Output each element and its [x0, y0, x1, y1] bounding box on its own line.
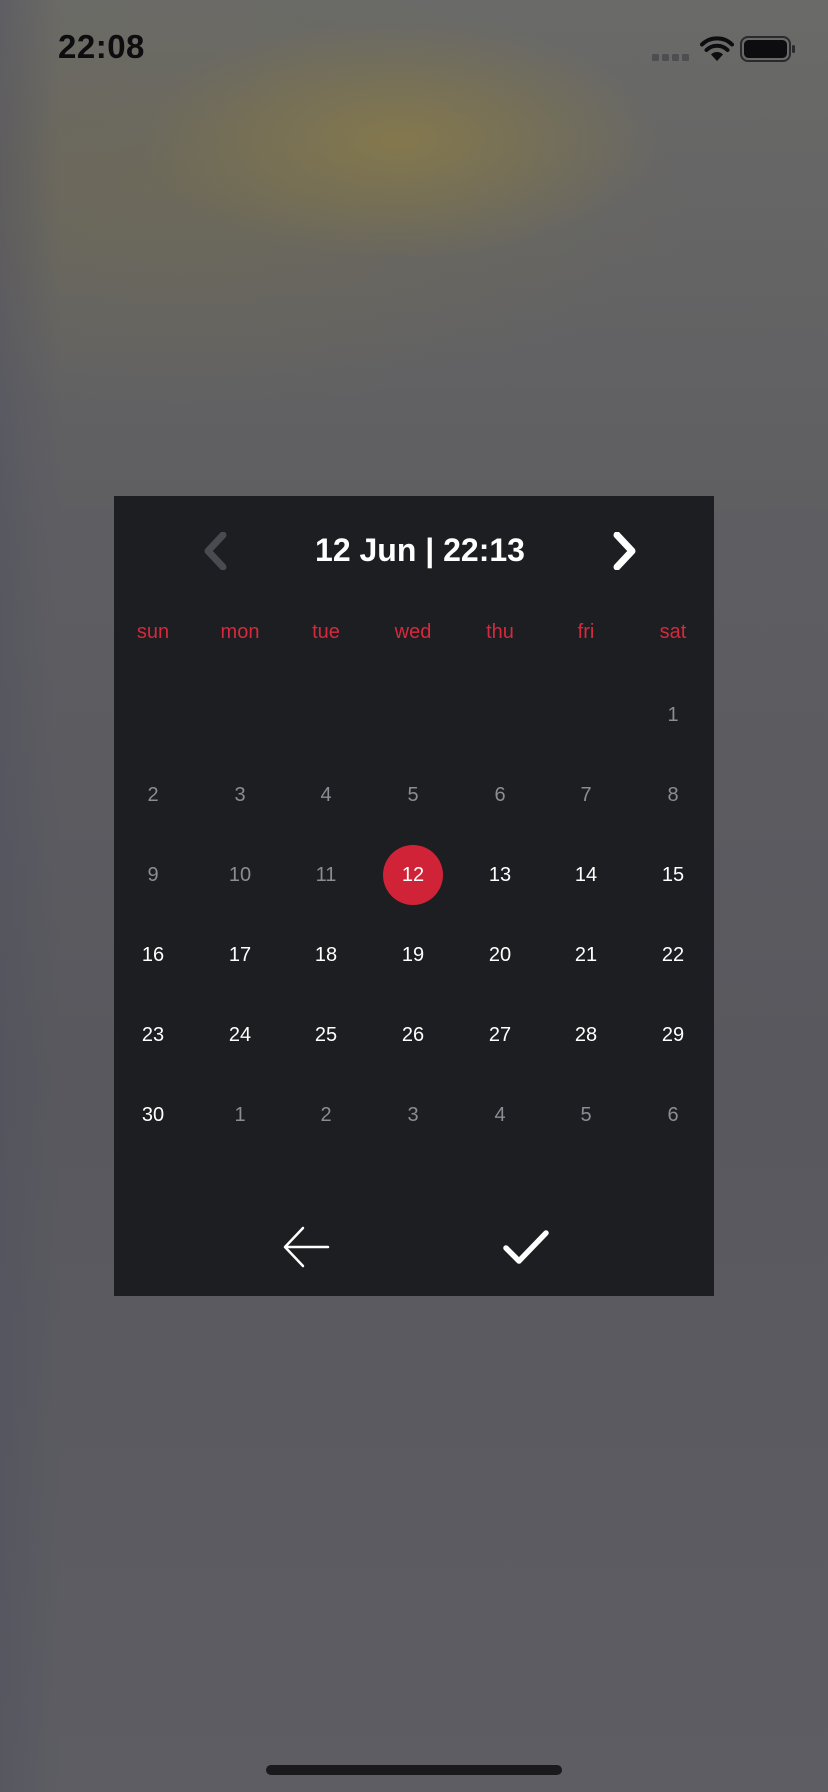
calendar-day[interactable]: 5	[556, 1085, 616, 1145]
cellular-signal-icon	[652, 54, 689, 61]
calendar-day[interactable]: 17	[210, 925, 270, 985]
back-button[interactable]	[276, 1220, 336, 1274]
calendar-day[interactable]: 6	[470, 765, 530, 825]
arrow-left-icon	[283, 1226, 330, 1268]
battery-icon	[740, 36, 795, 62]
calendar-day[interactable]: 19	[383, 925, 443, 985]
calendar-day[interactable]: 22	[643, 925, 703, 985]
calendar-day[interactable]: 4	[470, 1085, 530, 1145]
wifi-icon	[700, 36, 734, 61]
calendar-day[interactable]: 9	[123, 845, 183, 905]
calendar-day[interactable]: 3	[383, 1085, 443, 1145]
calendar-day[interactable]: 1	[643, 685, 703, 745]
calendar-day[interactable]: 21	[556, 925, 616, 985]
calendar-day[interactable]: 8	[643, 765, 703, 825]
calendar-day[interactable]: 18	[296, 925, 356, 985]
previous-month-button[interactable]	[182, 518, 248, 584]
calendar-day[interactable]: 2	[296, 1085, 356, 1145]
calendar-day[interactable]: 7	[556, 765, 616, 825]
checkmark-icon	[503, 1230, 549, 1264]
calendar-day[interactable]: 3	[210, 765, 270, 825]
weekday-label-thu: thu	[486, 621, 514, 643]
calendar-day[interactable]: 14	[556, 845, 616, 905]
weekday-label-mon: mon	[220, 621, 260, 643]
status-time: 22:08	[58, 28, 145, 65]
status-bar: 22:08	[0, 0, 828, 100]
confirm-button[interactable]	[496, 1220, 556, 1274]
calendar-day[interactable]: 27	[470, 1005, 530, 1065]
background-shade	[0, 0, 60, 1792]
calendar-day[interactable]: 23	[123, 1005, 183, 1065]
weekday-label-sat: sat	[659, 621, 687, 643]
calendar-day[interactable]: 4	[296, 765, 356, 825]
weekday-label-sun: sun	[136, 621, 170, 643]
chevron-right-icon	[613, 532, 636, 570]
calendar-day[interactable]: 26	[383, 1005, 443, 1065]
home-indicator[interactable]	[266, 1765, 562, 1775]
calendar-day[interactable]: 11	[296, 845, 356, 905]
next-month-button[interactable]	[592, 518, 658, 584]
calendar-day[interactable]: 25	[296, 1005, 356, 1065]
weekday-label-wed: wed	[394, 621, 432, 643]
calendar-day[interactable]: 13	[470, 845, 530, 905]
calendar-day[interactable]: 15	[643, 845, 703, 905]
calendar-day[interactable]: 16	[123, 925, 183, 985]
selected-day[interactable]: 12	[383, 845, 443, 905]
calendar-day[interactable]: 30	[123, 1085, 183, 1145]
calendar-day[interactable]: 2	[123, 765, 183, 825]
calendar-day[interactable]: 20	[470, 925, 530, 985]
calendar-day[interactable]: 6	[643, 1085, 703, 1145]
weekday-label-tue: tue	[312, 621, 340, 643]
picker-title[interactable]: 12 Jun | 22:13	[248, 520, 592, 580]
calendar-day[interactable]: 29	[643, 1005, 703, 1065]
weekday-label-fri: fri	[577, 621, 595, 643]
calendar-day[interactable]: 28	[556, 1005, 616, 1065]
date-picker-dialog: 12 Jun | 22:13 sun mon tue wed thu fri sat 123…	[114, 496, 714, 1296]
calendar-day[interactable]: 10	[210, 845, 270, 905]
calendar-day[interactable]: 5	[383, 765, 443, 825]
calendar-day[interactable]: 1	[210, 1085, 270, 1145]
chevron-left-icon	[204, 532, 227, 570]
calendar-day[interactable]: 24	[210, 1005, 270, 1065]
